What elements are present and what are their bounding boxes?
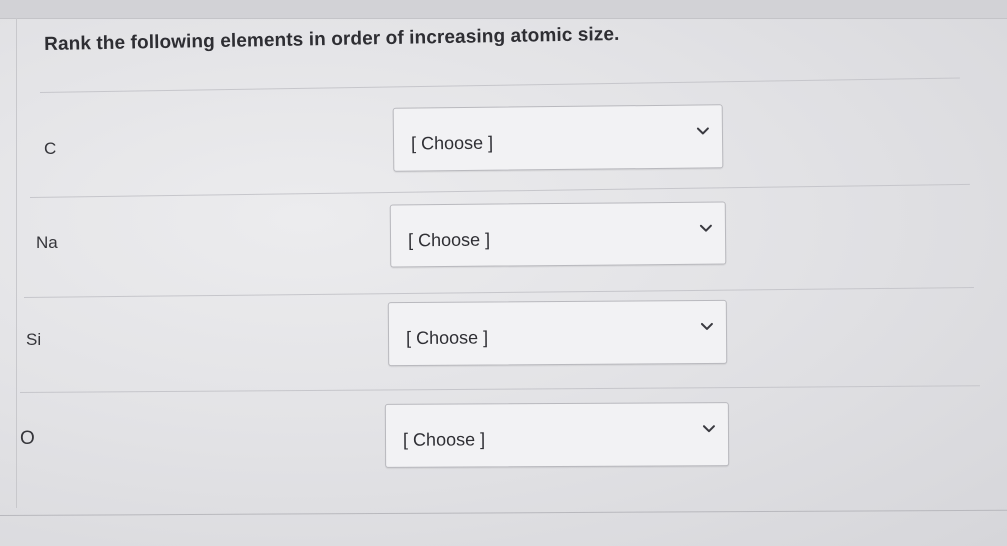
element-label-na: Na bbox=[36, 233, 58, 252]
select-value: [ Choose ] bbox=[402, 429, 486, 450]
select-value: [ Choose ] bbox=[407, 229, 491, 251]
rank-select-o[interactable]: [ Choose ] bbox=[384, 402, 730, 468]
chevron-down-icon bbox=[700, 322, 713, 330]
chevron-down-icon bbox=[696, 127, 709, 135]
element-label-c: C bbox=[44, 139, 57, 158]
chevron-down-icon bbox=[702, 425, 715, 433]
rank-select-si[interactable]: [ Choose ] bbox=[387, 299, 728, 367]
chevron-down-icon bbox=[699, 224, 712, 232]
element-label-o: O bbox=[20, 428, 35, 449]
select-value: [ Choose ] bbox=[405, 327, 489, 349]
select-value: [ Choose ] bbox=[410, 132, 494, 154]
top-divider bbox=[0, 0, 1007, 19]
rank-select-na[interactable]: [ Choose ] bbox=[389, 201, 727, 268]
element-label-si: Si bbox=[26, 330, 42, 349]
rank-select-c[interactable]: [ Choose ] bbox=[392, 104, 724, 172]
